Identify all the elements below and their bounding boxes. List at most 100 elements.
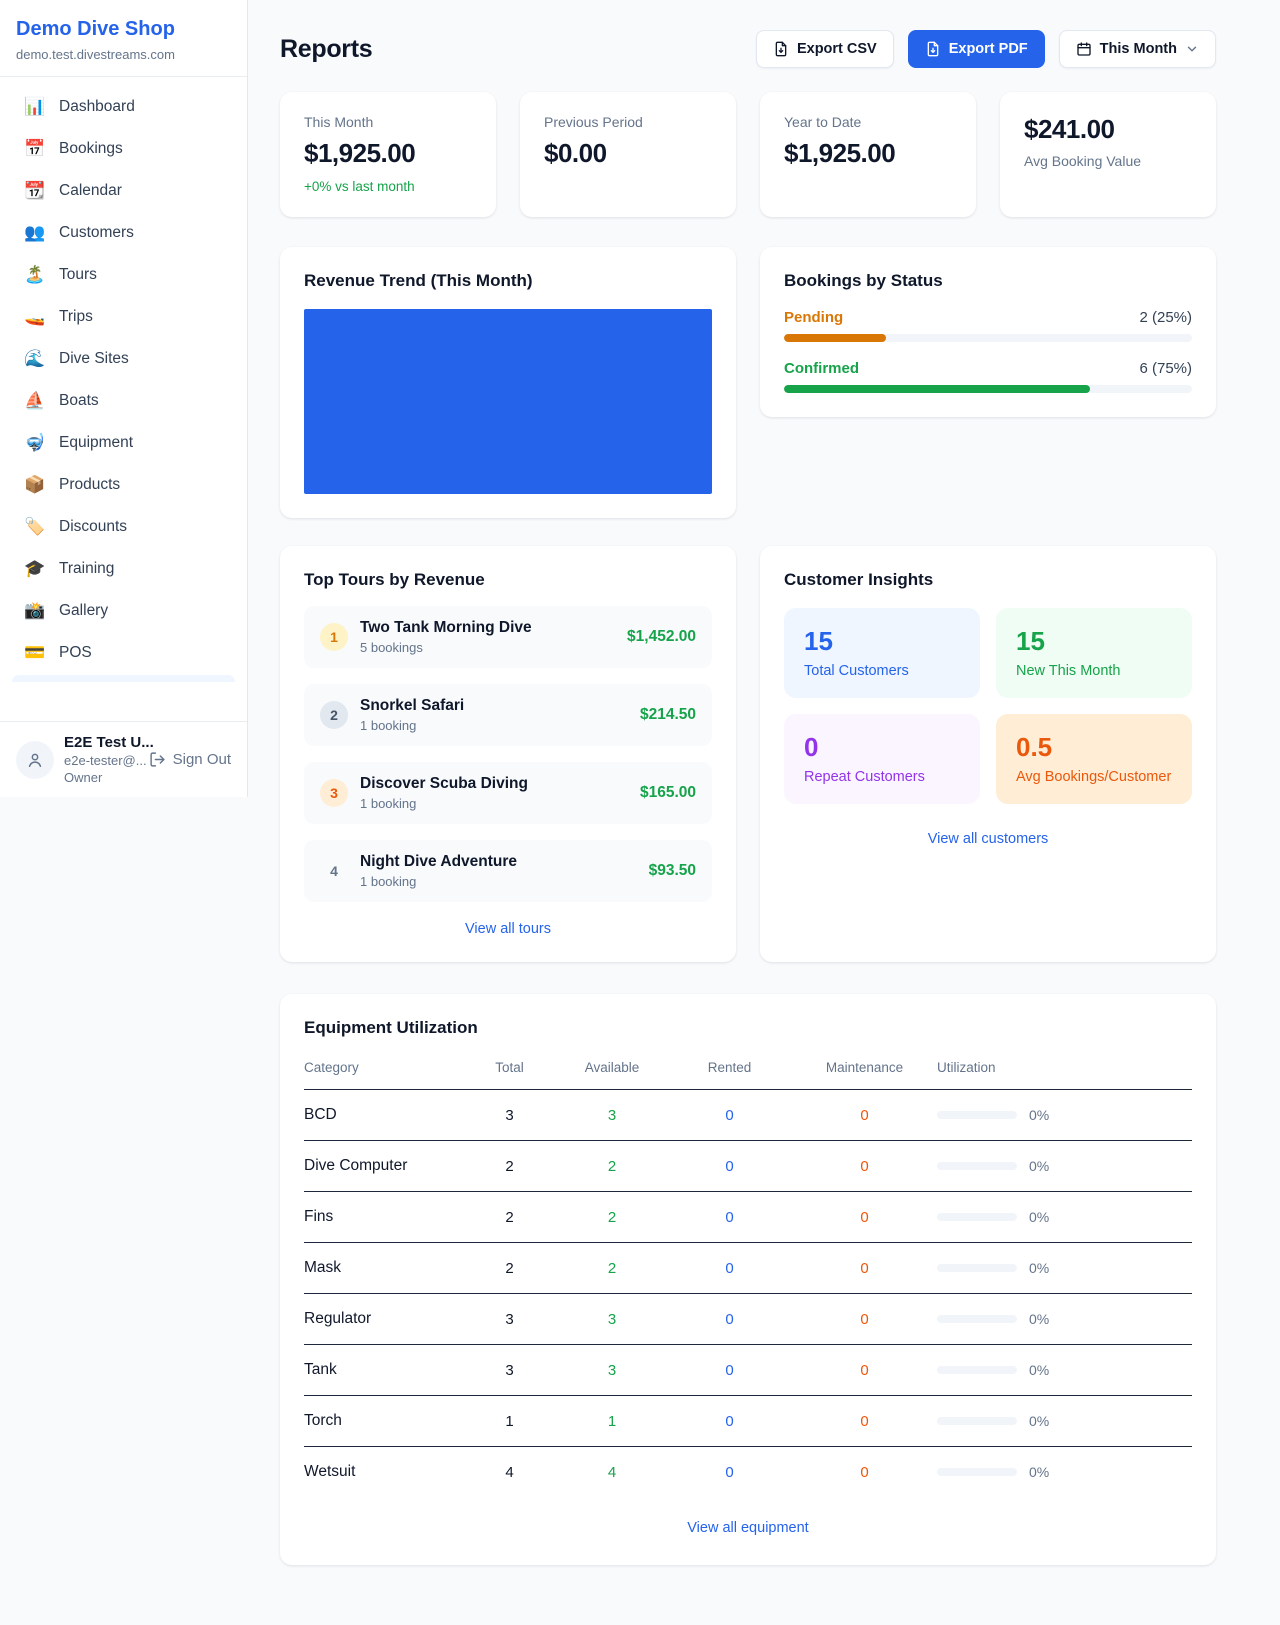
period-dropdown[interactable]: This Month <box>1059 30 1216 68</box>
wave-icon: 🌊 <box>24 349 46 369</box>
sidebar-item-tours[interactable]: 🏝️ Tours <box>12 255 235 295</box>
sidebar-item-training[interactable]: 🎓 Training <box>12 549 235 589</box>
cell-rented: 0 <box>667 1345 792 1396</box>
stat-card-this-month: This Month $1,925.00 +0% vs last month <box>280 92 496 217</box>
sidebar-item-active-partial[interactable] <box>12 675 235 682</box>
shop-name-link[interactable]: Demo Dive Shop <box>16 18 231 41</box>
export-csv-label: Export CSV <box>797 41 877 57</box>
stat-delta: +0% vs last month <box>304 179 472 194</box>
tour-revenue: $214.50 <box>640 706 696 724</box>
utilization-bar-track <box>937 1468 1017 1476</box>
view-all-equipment-link[interactable]: View all equipment <box>687 1520 808 1536</box>
table-header-row: Category Total Available Rented Maintena… <box>304 1050 1192 1090</box>
sidebar-item-dive-sites[interactable]: 🌊 Dive Sites <box>12 339 235 379</box>
revenue-trend-chart <box>304 309 712 494</box>
main-content: Reports Export CSV Export PDF <box>248 0 1280 1625</box>
cell-category: Wetsuit <box>304 1447 462 1498</box>
equipment-table: Category Total Available Rented Maintena… <box>304 1050 1192 1497</box>
person-icon <box>25 750 45 770</box>
column-header-category: Category <box>304 1050 462 1090</box>
sidebar-item-label: POS <box>59 644 92 662</box>
cell-maintenance: 0 <box>792 1345 937 1396</box>
bookings-by-status-title: Bookings by Status <box>784 271 1192 291</box>
sidebar-item-dashboard[interactable]: 📊 Dashboard <box>12 87 235 127</box>
cell-category: Fins <box>304 1192 462 1243</box>
column-header-rented: Rented <box>667 1050 792 1090</box>
progress-bar-track <box>784 385 1192 393</box>
top-tours-title: Top Tours by Revenue <box>304 570 712 590</box>
sidebar-item-bookings[interactable]: 📅 Bookings <box>12 129 235 169</box>
tile-new-this-month: 15 New This Month <box>996 608 1192 698</box>
insights-row: Top Tours by Revenue 1 Two Tank Morning … <box>280 546 1216 962</box>
sailboat-icon: ⛵ <box>24 391 46 411</box>
status-row-confirmed: Confirmed 6 (75%) <box>784 360 1192 393</box>
sidebar-item-label: Dashboard <box>59 98 135 116</box>
tour-bookings: 1 booking <box>360 718 464 733</box>
cell-rented: 0 <box>667 1447 792 1498</box>
cell-available: 2 <box>557 1141 667 1192</box>
utilization-bar-track <box>937 1417 1017 1425</box>
tile-repeat-customers: 0 Repeat Customers <box>784 714 980 804</box>
stats-row: This Month $1,925.00 +0% vs last month P… <box>280 92 1216 217</box>
cell-total: 4 <box>462 1447 557 1498</box>
export-pdf-button[interactable]: Export PDF <box>908 30 1045 68</box>
sidebar-item-label: Customers <box>59 224 134 242</box>
sidebar-item-label: Gallery <box>59 602 108 620</box>
revenue-trend-title: Revenue Trend (This Month) <box>304 271 712 291</box>
sign-out-button[interactable]: Sign Out <box>149 751 231 768</box>
sign-out-label: Sign Out <box>173 751 231 768</box>
equipment-utilization-card: Equipment Utilization Category Total Ava… <box>280 994 1216 1565</box>
sidebar-item-label: Dive Sites <box>59 350 129 368</box>
tile-label: Total Customers <box>804 663 960 679</box>
sign-out-icon <box>149 751 166 768</box>
status-label: Confirmed <box>784 360 859 377</box>
utilization-bar-track <box>937 1162 1017 1170</box>
customer-insights-title: Customer Insights <box>784 570 1192 590</box>
view-all-customers-link[interactable]: View all customers <box>928 831 1049 847</box>
progress-bar-fill <box>784 385 1090 393</box>
cell-rented: 0 <box>667 1141 792 1192</box>
tile-label: New This Month <box>1016 663 1172 679</box>
cell-total: 3 <box>462 1294 557 1345</box>
cell-utilization: 0% <box>937 1192 1192 1243</box>
app-layout: Demo Dive Shop demo.test.divestreams.com… <box>0 0 1280 1625</box>
cell-utilization: 0% <box>937 1447 1192 1498</box>
period-label: This Month <box>1100 41 1177 57</box>
cell-available: 1 <box>557 1396 667 1447</box>
sidebar-item-equipment[interactable]: 🤿 Equipment <box>12 423 235 463</box>
cell-total: 3 <box>462 1090 557 1141</box>
utilization-percent: 0% <box>1029 1413 1049 1429</box>
cell-category: Mask <box>304 1243 462 1294</box>
view-all-tours-link[interactable]: View all tours <box>465 921 551 937</box>
cell-available: 3 <box>557 1345 667 1396</box>
sidebar-item-pos[interactable]: 💳 POS <box>12 633 235 673</box>
tile-value: 0.5 <box>1016 732 1172 763</box>
sidebar-item-trips[interactable]: 🚤 Trips <box>12 297 235 337</box>
cell-total: 1 <box>462 1396 557 1447</box>
utilization-percent: 0% <box>1029 1158 1049 1174</box>
tour-bookings: 1 booking <box>360 874 517 889</box>
tour-revenue: $165.00 <box>640 784 696 802</box>
progress-bar-track <box>784 334 1192 342</box>
stat-value: $0.00 <box>544 138 712 169</box>
cell-category: Torch <box>304 1396 462 1447</box>
chevron-down-icon <box>1185 42 1199 56</box>
tour-row: 4 Night Dive Adventure 1 booking $93.50 <box>304 840 712 902</box>
utilization-percent: 0% <box>1029 1209 1049 1225</box>
progress-bar-fill <box>784 334 886 342</box>
table-row: Tank 3 3 0 0 0% <box>304 1345 1192 1396</box>
sidebar-item-label: Tours <box>59 266 97 284</box>
sidebar-item-gallery[interactable]: 📸 Gallery <box>12 591 235 631</box>
cell-maintenance: 0 <box>792 1294 937 1345</box>
sidebar-item-discounts[interactable]: 🏷️ Discounts <box>12 507 235 547</box>
sidebar-item-customers[interactable]: 👥 Customers <box>12 213 235 253</box>
sidebar-item-boats[interactable]: ⛵ Boats <box>12 381 235 421</box>
export-csv-button[interactable]: Export CSV <box>756 30 894 68</box>
calendar-icon <box>1076 41 1092 57</box>
cell-total: 2 <box>462 1192 557 1243</box>
cell-available: 4 <box>557 1447 667 1498</box>
tile-label: Repeat Customers <box>804 769 960 785</box>
sidebar-item-calendar[interactable]: 📆 Calendar <box>12 171 235 211</box>
sidebar-item-products[interactable]: 📦 Products <box>12 465 235 505</box>
cell-total: 3 <box>462 1345 557 1396</box>
